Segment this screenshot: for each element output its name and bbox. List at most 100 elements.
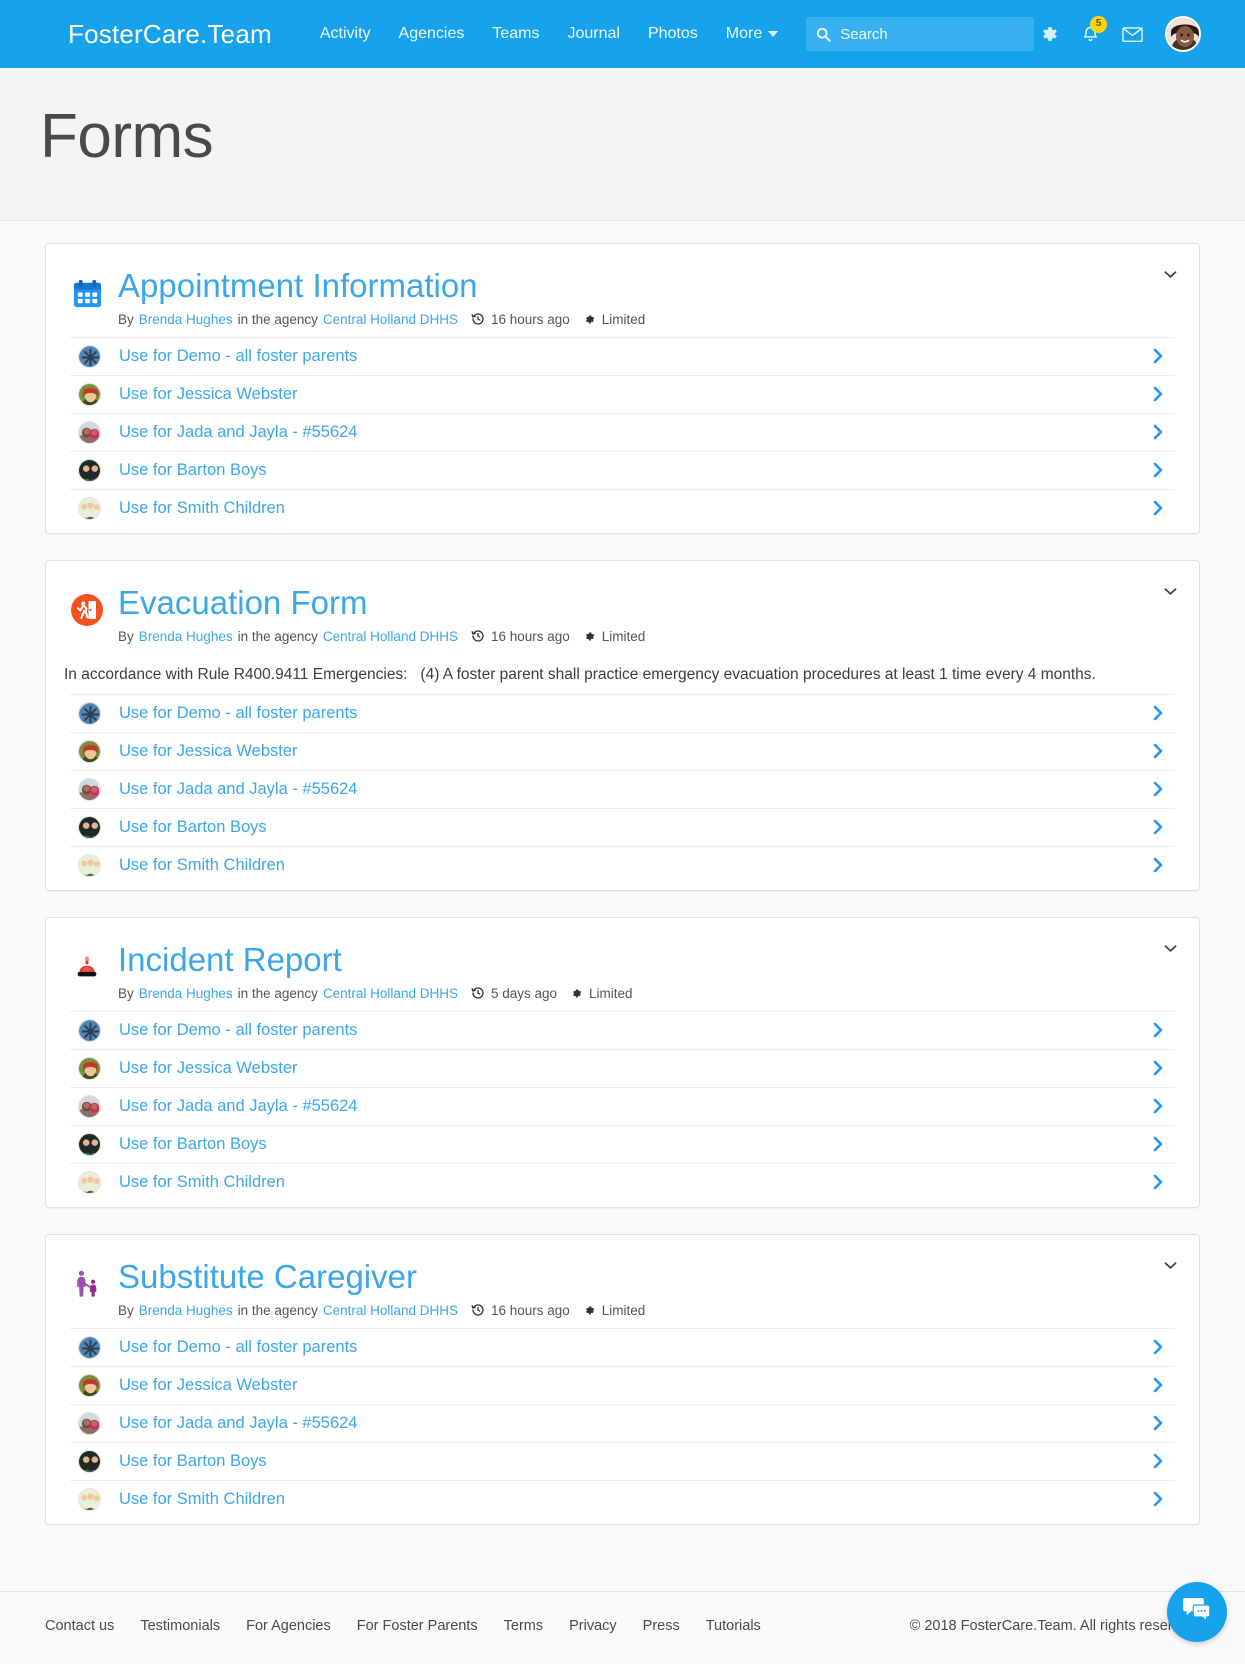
avatar-barton xyxy=(78,815,101,839)
avatar-barton xyxy=(78,458,101,482)
list-item[interactable]: Use for Jessica Webster xyxy=(70,1365,1175,1404)
gear-icon xyxy=(585,1305,595,1315)
form-title[interactable]: Substitute Caregiver xyxy=(118,1258,1175,1296)
form-title[interactable]: Evacuation Form xyxy=(118,584,1175,622)
list-item[interactable]: Use for Jessica Webster xyxy=(70,1048,1175,1087)
bell-icon[interactable]: 5 xyxy=(1081,15,1107,44)
list-item[interactable]: Use for Smith Children xyxy=(70,488,1175,527)
avatar-smith xyxy=(78,1170,101,1194)
list-item[interactable]: Use for Jada and Jayla - #55624 xyxy=(70,1403,1175,1442)
nav-item-activity[interactable]: Activity xyxy=(306,19,385,49)
use-label: Use for Jessica Webster xyxy=(119,384,298,403)
chevron-right-icon xyxy=(1153,857,1163,873)
form-agency[interactable]: Central Holland DHHS xyxy=(323,629,458,644)
avatar-jada-jayla xyxy=(78,777,101,801)
copyright-text: © 2018 FosterCare.Team. All rights reser… xyxy=(909,1617,1200,1634)
form-by-label: By xyxy=(118,1302,134,1318)
chat-support-button[interactable] xyxy=(1167,1581,1227,1642)
footer-link-contact-us[interactable]: Contact us xyxy=(45,1618,114,1634)
list-item[interactable]: Use for Barton Boys xyxy=(70,807,1175,846)
nav-item-photos[interactable]: Photos xyxy=(634,19,712,49)
list-item[interactable]: Use for Demo - all foster parents xyxy=(70,693,1175,732)
list-item[interactable]: Use for Demo - all foster parents xyxy=(70,336,1175,375)
chevron-right-icon xyxy=(1153,1453,1163,1469)
list-item[interactable]: Use for Jada and Jayla - #55624 xyxy=(70,769,1175,808)
form-agency[interactable]: Central Holland DHHS xyxy=(323,312,458,327)
gear-icon[interactable] xyxy=(1039,24,1059,44)
avatar-demo xyxy=(78,1018,101,1042)
form-title[interactable]: Appointment Information xyxy=(118,267,1175,305)
form-visibility: Limited xyxy=(583,629,645,644)
chevron-right-icon xyxy=(1153,1136,1163,1152)
footer-link-terms[interactable]: Terms xyxy=(504,1618,543,1634)
list-item[interactable]: Use for Jessica Webster xyxy=(70,374,1175,413)
form-visibility-label: Limited xyxy=(589,985,633,1001)
history-icon xyxy=(471,630,484,643)
list-item[interactable]: Use for Smith Children xyxy=(70,1162,1175,1201)
forms-list: Appointment Information By Brenda Hughes… xyxy=(0,221,1245,1592)
calendar-icon xyxy=(70,276,104,310)
use-label: Use for Barton Boys xyxy=(119,1451,267,1470)
use-label: Use for Jada and Jayla - #55624 xyxy=(119,779,358,798)
form-agency-label: in the agency xyxy=(237,985,318,1001)
use-label: Use for Barton Boys xyxy=(119,460,267,479)
footer-link-press[interactable]: Press xyxy=(643,1618,680,1634)
nav-item-agencies[interactable]: Agencies xyxy=(385,19,479,49)
list-item[interactable]: Use for Jessica Webster xyxy=(70,731,1175,770)
chevron-right-icon xyxy=(1153,1022,1163,1038)
avatar-barton xyxy=(78,1449,101,1473)
form-agency[interactable]: Central Holland DHHS xyxy=(323,1303,458,1318)
form-by-label: By xyxy=(118,311,134,327)
history-icon xyxy=(471,987,484,999)
chevron-down-icon[interactable] xyxy=(1164,944,1177,953)
form-author[interactable]: Brenda Hughes xyxy=(139,629,233,644)
list-item[interactable]: Use for Jada and Jayla - #55624 xyxy=(70,1086,1175,1125)
form-card: Appointment Information By Brenda Hughes… xyxy=(45,243,1200,534)
page-title: Forms xyxy=(40,102,214,171)
form-agency[interactable]: Central Holland DHHS xyxy=(323,986,458,1001)
chevron-down-icon[interactable] xyxy=(1164,587,1177,596)
footer-link-for-agencies[interactable]: For Agencies xyxy=(246,1618,331,1634)
footer-link-for-foster-parents[interactable]: For Foster Parents xyxy=(357,1618,478,1634)
form-card: Evacuation Form By Brenda Hughes in the … xyxy=(45,559,1200,891)
list-item[interactable]: Use for Barton Boys xyxy=(70,1124,1175,1163)
user-avatar[interactable] xyxy=(1165,16,1201,52)
notification-badge: 5 xyxy=(1090,15,1107,33)
list-item[interactable]: Use for Jada and Jayla - #55624 xyxy=(70,412,1175,451)
search-input[interactable]: Search xyxy=(806,17,1035,51)
nav-item-more[interactable]: More xyxy=(712,19,792,49)
form-author[interactable]: Brenda Hughes xyxy=(139,1303,233,1318)
list-item[interactable]: Use for Barton Boys xyxy=(70,1441,1175,1480)
chevron-down-icon[interactable] xyxy=(1164,270,1177,279)
chevron-right-icon xyxy=(1153,348,1163,364)
chevron-right-icon xyxy=(1153,1491,1163,1507)
chevron-down-icon xyxy=(768,30,779,37)
envelope-icon[interactable] xyxy=(1122,26,1143,43)
form-card: Substitute Caregiver By Brenda Hughes in… xyxy=(45,1233,1200,1525)
footer-link-tutorials[interactable]: Tutorials xyxy=(706,1618,761,1634)
form-uses-list: Use for Demo - all foster parents Use fo… xyxy=(46,336,1199,533)
footer-link-privacy[interactable]: Privacy xyxy=(569,1618,617,1634)
chevron-down-icon[interactable] xyxy=(1164,1261,1177,1270)
footer-links: Contact us Testimonials For Agencies For… xyxy=(45,1618,761,1634)
list-item[interactable]: Use for Barton Boys xyxy=(70,450,1175,489)
form-header-text: Evacuation Form By Brenda Hughes in the … xyxy=(118,584,1175,644)
list-item[interactable]: Use for Demo - all foster parents xyxy=(70,1010,1175,1049)
footer-link-testimonials[interactable]: Testimonials xyxy=(140,1618,220,1634)
form-author[interactable]: Brenda Hughes xyxy=(139,312,233,327)
list-item[interactable]: Use for Demo - all foster parents xyxy=(70,1327,1175,1366)
list-item[interactable]: Use for Smith Children xyxy=(70,1479,1175,1518)
form-author[interactable]: Brenda Hughes xyxy=(139,986,233,1001)
use-label: Use for Jada and Jayla - #55624 xyxy=(119,1096,358,1115)
form-visibility: Limited xyxy=(583,1303,645,1318)
list-item[interactable]: Use for Smith Children xyxy=(70,845,1175,884)
nav-item-journal[interactable]: Journal xyxy=(553,19,633,49)
form-agency-label: in the agency xyxy=(237,628,318,644)
nav-item-teams[interactable]: Teams xyxy=(478,19,553,49)
search-placeholder: Search xyxy=(840,25,888,43)
form-time-label: 5 days ago xyxy=(490,985,558,1001)
brand-logo[interactable]: FosterCare.Team xyxy=(68,19,272,50)
avatar-jessica xyxy=(78,1373,101,1397)
form-title[interactable]: Incident Report xyxy=(118,941,1175,979)
chevron-right-icon xyxy=(1153,424,1163,440)
